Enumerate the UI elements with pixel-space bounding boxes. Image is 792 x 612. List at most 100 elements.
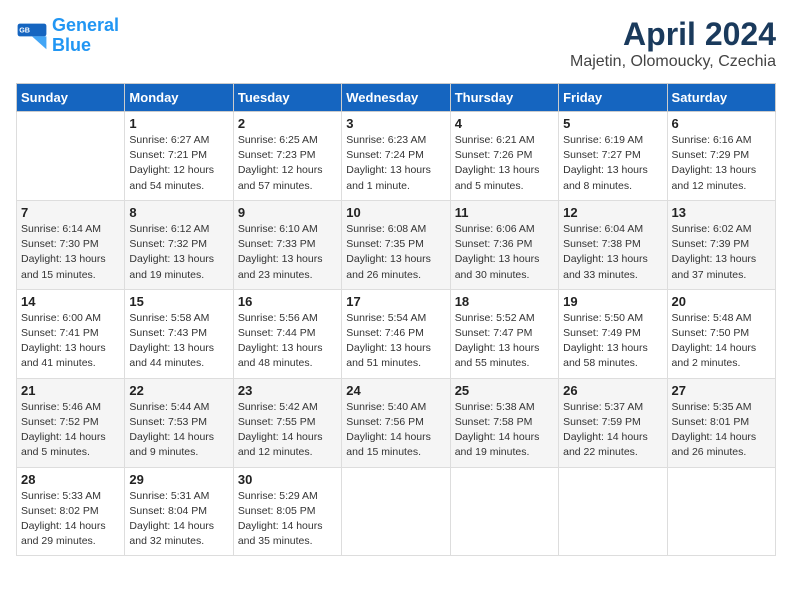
calendar-cell: 12 Sunrise: 6:04 AM Sunset: 7:38 PM Dayli… [559, 200, 667, 289]
day-info: Sunrise: 5:48 AM Sunset: 7:50 PM Dayligh… [672, 311, 771, 372]
header-friday: Friday [559, 84, 667, 112]
day-info: Sunrise: 5:56 AM Sunset: 7:44 PM Dayligh… [238, 311, 337, 372]
logo-icon: GB [16, 22, 48, 50]
day-info: Sunrise: 5:37 AM Sunset: 7:59 PM Dayligh… [563, 400, 662, 461]
day-number: 7 [21, 205, 120, 220]
calendar-cell: 3 Sunrise: 6:23 AM Sunset: 7:24 PM Daylig… [342, 112, 450, 201]
day-info: Sunrise: 5:33 AM Sunset: 8:02 PM Dayligh… [21, 489, 120, 550]
day-number: 10 [346, 205, 445, 220]
calendar-cell: 17 Sunrise: 5:54 AM Sunset: 7:46 PM Dayli… [342, 289, 450, 378]
day-number: 15 [129, 294, 228, 309]
day-number: 17 [346, 294, 445, 309]
day-info: Sunrise: 6:16 AM Sunset: 7:29 PM Dayligh… [672, 133, 771, 194]
calendar-cell: 26 Sunrise: 5:37 AM Sunset: 7:59 PM Dayli… [559, 378, 667, 467]
day-number: 18 [455, 294, 554, 309]
day-info: Sunrise: 6:19 AM Sunset: 7:27 PM Dayligh… [563, 133, 662, 194]
subtitle: Majetin, Olomoucky, Czechia [570, 53, 776, 71]
day-info: Sunrise: 6:00 AM Sunset: 7:41 PM Dayligh… [21, 311, 120, 372]
calendar-cell: 6 Sunrise: 6:16 AM Sunset: 7:29 PM Daylig… [667, 112, 775, 201]
day-info: Sunrise: 5:40 AM Sunset: 7:56 PM Dayligh… [346, 400, 445, 461]
calendar-cell: 21 Sunrise: 5:46 AM Sunset: 7:52 PM Dayli… [17, 378, 125, 467]
day-number: 6 [672, 116, 771, 131]
logo-text-line1: General [52, 16, 119, 36]
main-title: April 2024 [570, 16, 776, 53]
day-number: 1 [129, 116, 228, 131]
calendar-cell: 28 Sunrise: 5:33 AM Sunset: 8:02 PM Dayli… [17, 467, 125, 556]
day-number: 13 [672, 205, 771, 220]
day-number: 8 [129, 205, 228, 220]
header-thursday: Thursday [450, 84, 558, 112]
calendar-cell: 9 Sunrise: 6:10 AM Sunset: 7:33 PM Daylig… [233, 200, 341, 289]
day-info: Sunrise: 6:10 AM Sunset: 7:33 PM Dayligh… [238, 222, 337, 283]
day-info: Sunrise: 5:50 AM Sunset: 7:49 PM Dayligh… [563, 311, 662, 372]
day-number: 28 [21, 472, 120, 487]
header-tuesday: Tuesday [233, 84, 341, 112]
day-info: Sunrise: 5:42 AM Sunset: 7:55 PM Dayligh… [238, 400, 337, 461]
calendar-cell: 27 Sunrise: 5:35 AM Sunset: 8:01 PM Dayli… [667, 378, 775, 467]
day-number: 19 [563, 294, 662, 309]
day-number: 9 [238, 205, 337, 220]
day-number: 12 [563, 205, 662, 220]
day-number: 20 [672, 294, 771, 309]
day-info: Sunrise: 5:54 AM Sunset: 7:46 PM Dayligh… [346, 311, 445, 372]
calendar-cell: 5 Sunrise: 6:19 AM Sunset: 7:27 PM Daylig… [559, 112, 667, 201]
day-number: 25 [455, 383, 554, 398]
day-info: Sunrise: 6:21 AM Sunset: 7:26 PM Dayligh… [455, 133, 554, 194]
day-info: Sunrise: 6:02 AM Sunset: 7:39 PM Dayligh… [672, 222, 771, 283]
header-row: SundayMondayTuesdayWednesdayThursdayFrid… [17, 84, 776, 112]
calendar-cell: 14 Sunrise: 6:00 AM Sunset: 7:41 PM Dayli… [17, 289, 125, 378]
calendar-cell: 13 Sunrise: 6:02 AM Sunset: 7:39 PM Dayli… [667, 200, 775, 289]
day-info: Sunrise: 6:04 AM Sunset: 7:38 PM Dayligh… [563, 222, 662, 283]
calendar-cell [342, 467, 450, 556]
day-info: Sunrise: 6:06 AM Sunset: 7:36 PM Dayligh… [455, 222, 554, 283]
day-info: Sunrise: 5:52 AM Sunset: 7:47 PM Dayligh… [455, 311, 554, 372]
header-sunday: Sunday [17, 84, 125, 112]
calendar-cell: 10 Sunrise: 6:08 AM Sunset: 7:35 PM Dayli… [342, 200, 450, 289]
day-number: 23 [238, 383, 337, 398]
calendar-cell: 24 Sunrise: 5:40 AM Sunset: 7:56 PM Dayli… [342, 378, 450, 467]
calendar-cell [450, 467, 558, 556]
day-info: Sunrise: 6:08 AM Sunset: 7:35 PM Dayligh… [346, 222, 445, 283]
day-info: Sunrise: 5:58 AM Sunset: 7:43 PM Dayligh… [129, 311, 228, 372]
calendar-cell: 8Sunrise: 6:12 AM Sunset: 7:32 PM Daylig… [125, 200, 233, 289]
calendar-cell: 1 Sunrise: 6:27 AM Sunset: 7:21 PM Daylig… [125, 112, 233, 201]
day-number: 14 [21, 294, 120, 309]
week-row-3: 14 Sunrise: 6:00 AM Sunset: 7:41 PM Dayli… [17, 289, 776, 378]
calendar-cell [17, 112, 125, 201]
day-info: Sunrise: 5:46 AM Sunset: 7:52 PM Dayligh… [21, 400, 120, 461]
day-number: 27 [672, 383, 771, 398]
day-number: 29 [129, 472, 228, 487]
day-number: 16 [238, 294, 337, 309]
calendar-cell: 11Sunrise: 6:06 AM Sunset: 7:36 PM Dayli… [450, 200, 558, 289]
title-block: April 2024 Majetin, Olomoucky, Czechia [570, 16, 776, 71]
calendar-cell: 30 Sunrise: 5:29 AM Sunset: 8:05 PM Dayli… [233, 467, 341, 556]
day-info: Sunrise: 5:44 AM Sunset: 7:53 PM Dayligh… [129, 400, 228, 461]
day-info: Sunrise: 6:23 AM Sunset: 7:24 PM Dayligh… [346, 133, 445, 194]
day-info: Sunrise: 5:38 AM Sunset: 7:58 PM Dayligh… [455, 400, 554, 461]
calendar-cell: 2Sunrise: 6:25 AM Sunset: 7:23 PM Daylig… [233, 112, 341, 201]
day-number: 4 [455, 116, 554, 131]
day-number: 26 [563, 383, 662, 398]
calendar-cell: 25 Sunrise: 5:38 AM Sunset: 7:58 PM Dayli… [450, 378, 558, 467]
svg-text:GB: GB [19, 25, 30, 34]
day-info: Sunrise: 5:29 AM Sunset: 8:05 PM Dayligh… [238, 489, 337, 550]
calendar-cell: 29 Sunrise: 5:31 AM Sunset: 8:04 PM Dayli… [125, 467, 233, 556]
calendar-cell: 19 Sunrise: 5:50 AM Sunset: 7:49 PM Dayli… [559, 289, 667, 378]
calendar-cell [559, 467, 667, 556]
logo: GB General Blue [16, 16, 119, 56]
day-number: 5 [563, 116, 662, 131]
header-wednesday: Wednesday [342, 84, 450, 112]
week-row-4: 21 Sunrise: 5:46 AM Sunset: 7:52 PM Dayli… [17, 378, 776, 467]
day-number: 30 [238, 472, 337, 487]
calendar-cell: 23 Sunrise: 5:42 AM Sunset: 7:55 PM Dayli… [233, 378, 341, 467]
day-info: Sunrise: 5:35 AM Sunset: 8:01 PM Dayligh… [672, 400, 771, 461]
day-number: 24 [346, 383, 445, 398]
header-saturday: Saturday [667, 84, 775, 112]
day-number: 21 [21, 383, 120, 398]
day-number: 3 [346, 116, 445, 131]
day-info: Sunrise: 6:27 AM Sunset: 7:21 PM Dayligh… [129, 133, 228, 194]
calendar-cell: 15 Sunrise: 5:58 AM Sunset: 7:43 PM Dayli… [125, 289, 233, 378]
calendar-cell [667, 467, 775, 556]
day-info: Sunrise: 5:31 AM Sunset: 8:04 PM Dayligh… [129, 489, 228, 550]
day-info: Sunrise: 6:14 AM Sunset: 7:30 PM Dayligh… [21, 222, 120, 283]
